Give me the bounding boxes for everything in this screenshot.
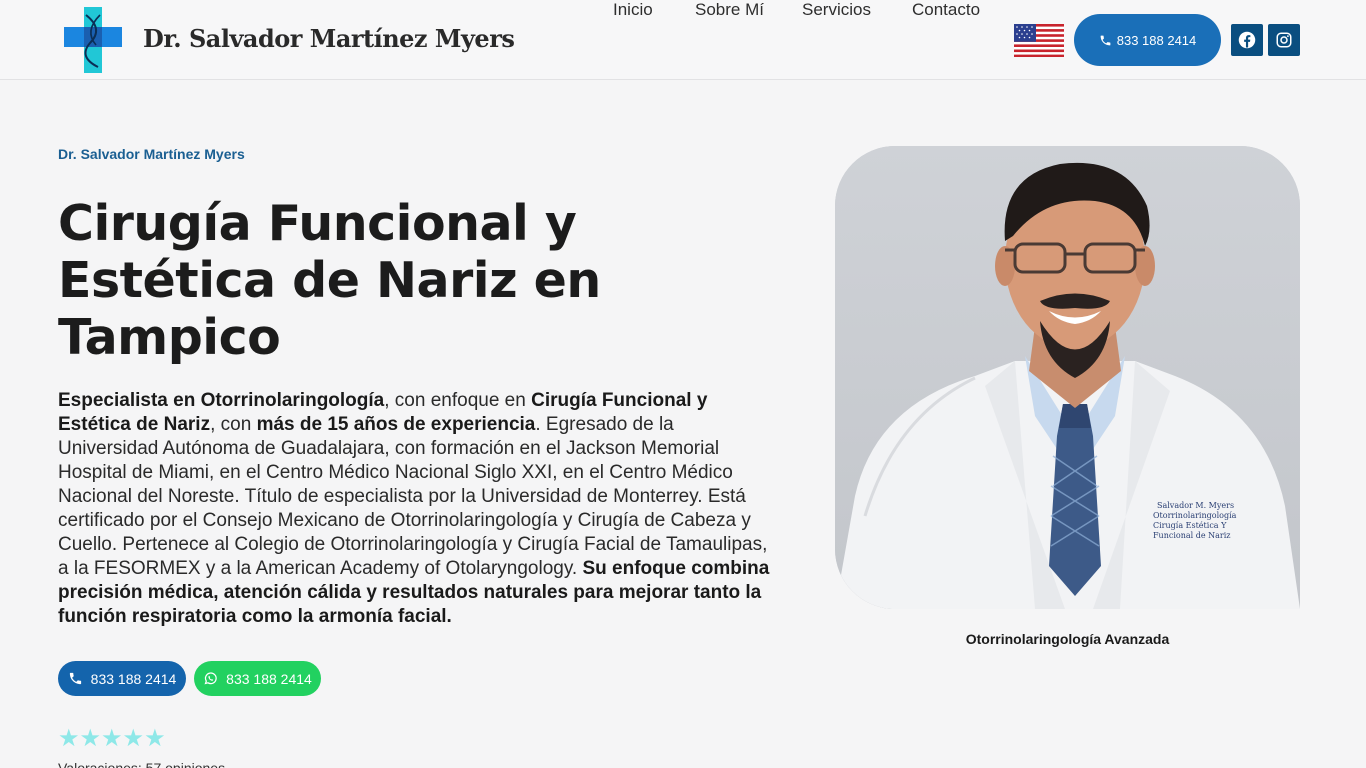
nav-sobre-mi[interactable]: Sobre Mí bbox=[695, 0, 764, 20]
nav-contacto[interactable]: Contacto bbox=[912, 0, 980, 20]
site-header: Dr. Salvador Martínez Myers Inicio Sobre… bbox=[0, 0, 1366, 80]
header-call-label: 833 188 2414 bbox=[1116, 32, 1197, 48]
phone-button-label: 833 188 2414 bbox=[90, 670, 177, 687]
phone-call-button[interactable]: 833 188 2414 bbox=[58, 661, 186, 696]
reviews-count: Valoraciones: 57 opiniones bbox=[58, 760, 226, 768]
header-call-button[interactable]: 833 188 2414 bbox=[1074, 14, 1221, 66]
hero-eyebrow: Dr. Salvador Martínez Myers bbox=[58, 146, 245, 162]
desc-text-2: , con bbox=[210, 414, 257, 435]
medical-cross-logo[interactable] bbox=[64, 7, 122, 73]
whatsapp-button[interactable]: 833 188 2414 bbox=[194, 661, 321, 696]
instagram-button[interactable] bbox=[1268, 24, 1300, 56]
embroidery-line-2: Otorrinolaringología bbox=[1153, 511, 1237, 520]
page-title: Cirugía Funcional y Estética de Nariz en… bbox=[58, 195, 601, 366]
desc-text-1: , con enfoque en bbox=[384, 390, 532, 411]
facebook-button[interactable] bbox=[1231, 24, 1263, 56]
embroidery-line-1: Salvador M. Myers bbox=[1157, 501, 1234, 510]
desc-bold-1: Especialista en Otorrinolaringología bbox=[58, 390, 385, 411]
facebook-icon bbox=[1238, 31, 1256, 49]
embroidery-line-4: Funcional de Nariz bbox=[1153, 531, 1231, 540]
coat-embroidery: Salvador M. Myers Otorrinolaringología C… bbox=[1153, 501, 1237, 540]
desc-bold-3: más de 15 años de experiencia bbox=[256, 414, 536, 435]
doctor-illustration: Salvador M. Myers Otorrinolaringología C… bbox=[835, 146, 1300, 609]
hero-description: Especialista en Otorrinolaringología, co… bbox=[58, 389, 774, 629]
whatsapp-icon bbox=[204, 672, 217, 685]
whatsapp-button-label: 833 188 2414 bbox=[226, 670, 312, 687]
instagram-icon bbox=[1276, 32, 1292, 48]
photo-caption: Otorrinolaringología Avanzada bbox=[965, 631, 1170, 647]
doctor-photo: Salvador M. Myers Otorrinolaringología C… bbox=[835, 146, 1300, 609]
phone-icon bbox=[69, 672, 81, 685]
rating-stars: ★★★★★ bbox=[58, 725, 166, 752]
nav-servicios[interactable]: Servicios bbox=[802, 0, 871, 20]
us-flag-icon[interactable] bbox=[1014, 24, 1064, 57]
embroidery-line-3: Cirugía Estética Y bbox=[1153, 521, 1227, 530]
desc-text-3: . Egresado de la Universidad Autónoma de… bbox=[58, 414, 768, 579]
nav-inicio[interactable]: Inicio bbox=[613, 0, 653, 20]
phone-icon bbox=[1100, 35, 1111, 45]
brand-name[interactable]: Dr. Salvador Martínez Myers bbox=[143, 24, 515, 53]
